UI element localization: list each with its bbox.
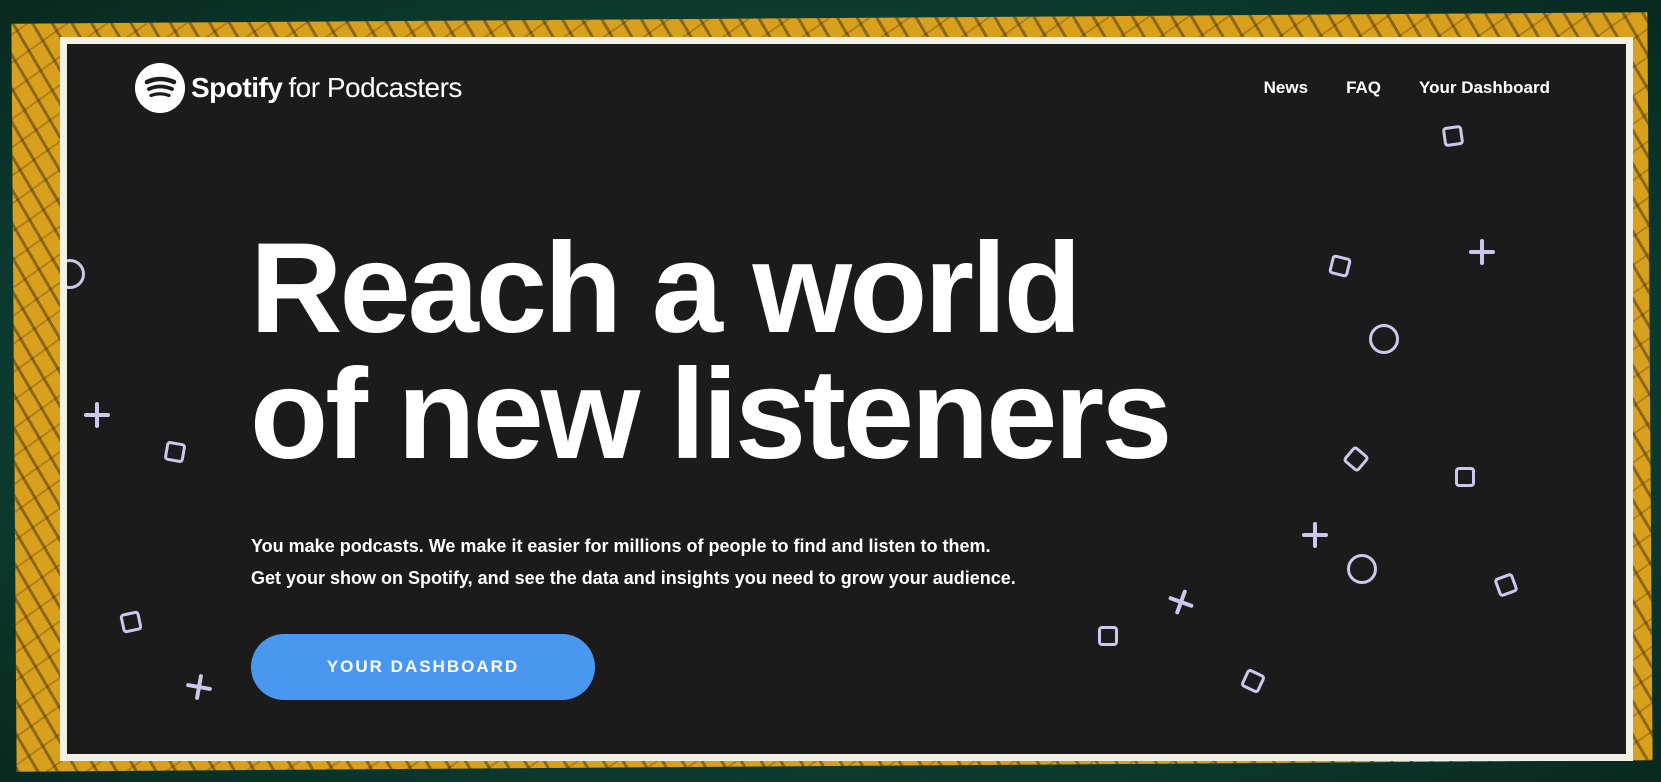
- top-nav: News FAQ Your Dashboard: [1264, 78, 1550, 98]
- square-icon: [1341, 444, 1371, 474]
- square-icon: [119, 610, 143, 634]
- your-dashboard-button[interactable]: YOUR DASHBOARD: [251, 634, 595, 700]
- spotify-icon: [135, 63, 185, 113]
- landing-page: Spotify for Podcasters News FAQ Your Das…: [67, 44, 1626, 754]
- nav-news[interactable]: News: [1264, 78, 1308, 98]
- cross-icon: [1469, 239, 1495, 265]
- circle-icon: [1369, 324, 1399, 354]
- cross-icon: [1302, 522, 1328, 548]
- logo-suffix-text: for Podcasters: [288, 72, 462, 103]
- hero-subtext: You make podcasts. We make it easier for…: [251, 530, 1016, 594]
- nav-faq[interactable]: FAQ: [1346, 78, 1381, 98]
- square-icon: [1455, 467, 1475, 487]
- subtext-line-2: Get your show on Spotify, and see the da…: [251, 568, 1016, 588]
- nav-your-dashboard[interactable]: Your Dashboard: [1419, 78, 1550, 98]
- circle-icon: [1347, 554, 1377, 584]
- hero-headline: Reach a world of new listeners: [250, 217, 1172, 486]
- screenshot-frame: Spotify for Podcasters News FAQ Your Das…: [60, 37, 1633, 761]
- square-icon: [1327, 253, 1353, 279]
- spotify-for-podcasters-logo[interactable]: Spotify for Podcasters: [135, 63, 462, 113]
- square-icon: [1239, 667, 1267, 695]
- square-icon: [1441, 124, 1465, 148]
- square-icon: [163, 440, 187, 464]
- square-icon: [1098, 626, 1118, 646]
- cross-icon: [184, 672, 214, 702]
- logo-brand-text: Spotify: [191, 72, 283, 103]
- cross-icon: [1164, 585, 1197, 618]
- subtext-line-1: You make podcasts. We make it easier for…: [251, 536, 991, 556]
- headline-line-1: Reach a world: [250, 217, 1082, 360]
- headline-line-2: of new listeners: [250, 343, 1172, 486]
- cross-icon: [84, 402, 110, 428]
- circle-icon: [67, 259, 85, 289]
- square-icon: [1493, 572, 1519, 598]
